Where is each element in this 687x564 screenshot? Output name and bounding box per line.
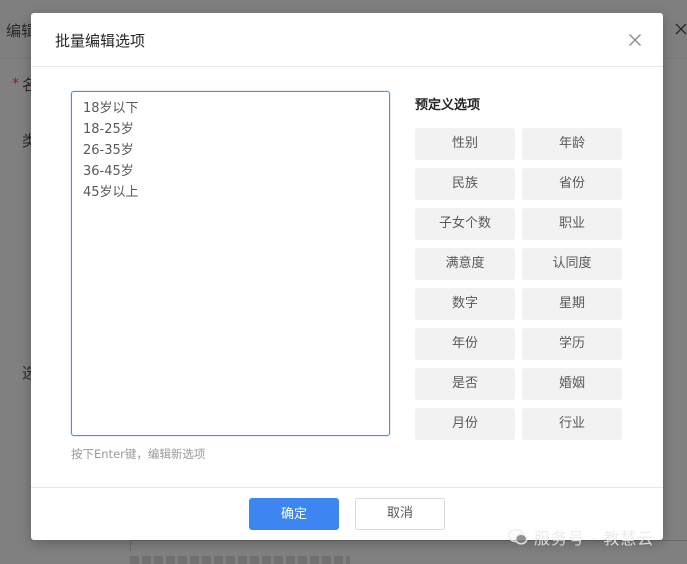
option-line: 45岁以上 [83, 185, 139, 200]
watermark: 服务号 · 教慧云 [508, 526, 654, 548]
watermark-text: 服务号 · 教慧云 [534, 529, 655, 548]
preset-option-marital-status[interactable]: 婚姻 [522, 368, 622, 400]
preset-option-agreement[interactable]: 认同度 [522, 248, 622, 280]
batch-edit-options-dialog: 批量编辑选项 18岁以下 18-25岁 26-35岁 36-45岁 45岁以上 … [31, 13, 663, 540]
textarea-hint: 按下Enter键，编辑新选项 [71, 447, 206, 461]
preset-option-children-count[interactable]: 子女个数 [415, 208, 515, 240]
preset-option-education[interactable]: 学历 [522, 328, 622, 360]
option-line: 26-35岁 [83, 143, 134, 158]
option-line: 36-45岁 [83, 164, 134, 179]
preset-option-yes-no[interactable]: 是否 [415, 368, 515, 400]
background-close-icon [675, 23, 687, 35]
preset-option-industry[interactable]: 行业 [522, 408, 622, 440]
wechat-icon [508, 528, 528, 545]
options-textarea[interactable]: 18岁以下 18-25岁 26-35岁 36-45岁 45岁以上 [71, 91, 390, 436]
preset-option-year[interactable]: 年份 [415, 328, 515, 360]
cancel-button[interactable]: 取消 [355, 498, 445, 530]
preset-option-gender[interactable]: 性别 [415, 128, 515, 160]
preset-option-occupation[interactable]: 职业 [522, 208, 622, 240]
background-required-mark: * [12, 76, 19, 92]
background-footnote [130, 556, 350, 564]
option-line: 18岁以下 [83, 101, 139, 116]
preset-options-title: 预定义选项 [415, 98, 481, 113]
close-icon[interactable] [628, 33, 642, 47]
option-line: 18-25岁 [83, 122, 134, 137]
preset-option-month[interactable]: 月份 [415, 408, 515, 440]
preset-option-age[interactable]: 年龄 [522, 128, 622, 160]
preset-option-ethnicity[interactable]: 民族 [415, 168, 515, 200]
preset-option-satisfaction[interactable]: 满意度 [415, 248, 515, 280]
dialog-header: 批量编辑选项 [31, 13, 663, 67]
preset-option-weekday[interactable]: 星期 [522, 288, 622, 320]
preset-option-number[interactable]: 数字 [415, 288, 515, 320]
dialog-title: 批量编辑选项 [55, 32, 146, 50]
confirm-button[interactable]: 确定 [249, 498, 339, 530]
preset-option-province[interactable]: 省份 [522, 168, 622, 200]
